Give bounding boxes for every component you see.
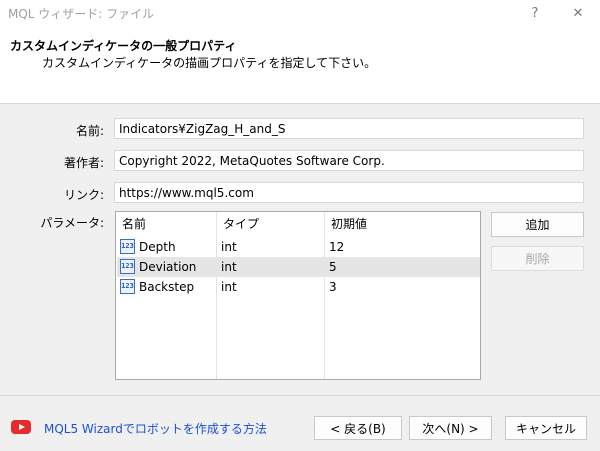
add-button[interactable]: 追加 bbox=[491, 212, 584, 237]
param-name-cell: Depth bbox=[139, 240, 176, 254]
param-type-cell: int bbox=[221, 240, 237, 254]
video-tutorial-link[interactable]: MQL5 Wizardでロボットを作成する方法 bbox=[44, 420, 267, 437]
param-type-cell: int bbox=[221, 280, 237, 294]
param-value-cell: 3 bbox=[329, 280, 337, 294]
link-label: リンク: bbox=[63, 188, 104, 202]
help-button[interactable]: ? bbox=[520, 2, 550, 24]
page-subtitle: カスタムインディケータの描画プロパティを指定して下さい。 bbox=[42, 56, 377, 70]
page-title: カスタムインディケータの一般プロパティ bbox=[10, 39, 237, 53]
author-field[interactable]: Copyright 2022, MetaQuotes Software Corp… bbox=[114, 150, 584, 171]
column-header-name[interactable]: 名前 bbox=[116, 212, 217, 236]
name-label: 名前: bbox=[75, 124, 104, 138]
params-table[interactable]: 名前 タイプ 初期値 123 Depth int 12 123 Deviatio… bbox=[115, 211, 481, 380]
window-title: MQL ウィザード: ファイル bbox=[8, 7, 155, 21]
close-button[interactable]: ✕ bbox=[563, 2, 593, 24]
table-row[interactable]: 123 Depth int 12 bbox=[117, 237, 480, 257]
delete-button[interactable]: 削除 bbox=[491, 246, 584, 271]
next-button[interactable]: 次へ(N) > bbox=[409, 416, 492, 440]
back-button[interactable]: < 戻る(B) bbox=[314, 416, 402, 440]
author-label: 著作者: bbox=[63, 156, 104, 170]
cancel-button[interactable]: キャンセル bbox=[505, 416, 587, 440]
column-header-default[interactable]: 初期値 bbox=[325, 212, 480, 236]
youtube-icon[interactable] bbox=[11, 420, 31, 434]
param-name-cell: Deviation bbox=[139, 260, 197, 274]
play-icon bbox=[19, 424, 25, 430]
param-value-cell: 5 bbox=[329, 260, 337, 274]
close-icon: ✕ bbox=[572, 5, 584, 21]
column-header-type[interactable]: タイプ bbox=[217, 212, 325, 236]
name-field[interactable]: Indicators¥ZigZag_H_and_S bbox=[114, 118, 584, 139]
help-icon: ? bbox=[531, 5, 539, 21]
table-row[interactable]: 123 Backstep int 3 bbox=[117, 277, 480, 297]
link-field[interactable]: https://www.mql5.com bbox=[114, 182, 584, 203]
params-label: パラメータ: bbox=[40, 216, 104, 230]
param-type-cell: int bbox=[221, 260, 237, 274]
param-name-cell: Backstep bbox=[139, 280, 195, 294]
param-value-cell: 12 bbox=[329, 240, 345, 254]
table-row-selected[interactable]: 123 Deviation int 5 bbox=[117, 257, 480, 277]
